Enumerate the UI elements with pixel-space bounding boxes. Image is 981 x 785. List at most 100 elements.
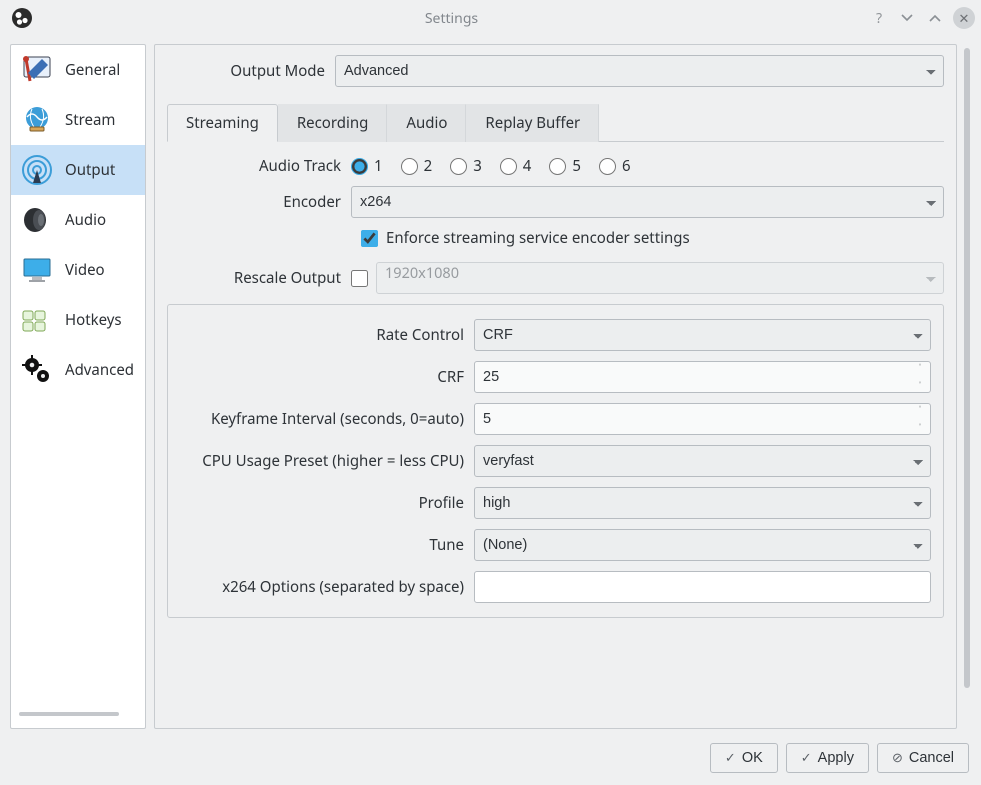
crf-row: CRF ˄˅ <box>180 361 931 393</box>
wrench-icon <box>19 52 55 88</box>
sidebar-item-general[interactable]: General <box>11 45 145 95</box>
sidebar-item-audio[interactable]: Audio <box>11 195 145 245</box>
cpu-preset-select[interactable]: veryfast <box>474 445 931 477</box>
cancel-button[interactable]: ⊘Cancel <box>877 743 969 773</box>
sidebar-item-video[interactable]: Video <box>11 245 145 295</box>
tab-streaming[interactable]: Streaming <box>167 104 278 142</box>
checkmark-icon: ✓ <box>725 750 736 766</box>
audio-track-radio-2[interactable] <box>401 158 418 175</box>
keyboard-icon <box>19 302 55 338</box>
content: Output Mode Advanced Streaming Recording… <box>154 44 957 729</box>
profile-label: Profile <box>180 493 474 513</box>
body: General Stream Output <box>0 36 981 733</box>
output-mode-select[interactable]: Advanced <box>335 55 944 87</box>
audio-track-option-1[interactable]: 1 <box>351 156 383 176</box>
app-icon <box>10 6 34 30</box>
content-scrollbar[interactable] <box>963 44 971 729</box>
rate-control-label: Rate Control <box>180 325 474 345</box>
tune-select[interactable]: (None) <box>474 529 931 561</box>
audio-track-radio-4[interactable] <box>500 158 517 175</box>
rescale-checkbox[interactable] <box>351 270 368 287</box>
sidebar-scrollbar[interactable] <box>19 712 133 720</box>
sidebar: General Stream Output <box>10 44 146 729</box>
audio-track-option-5[interactable]: 5 <box>549 156 581 176</box>
rate-control-row: Rate Control CRF <box>180 319 931 351</box>
minimize-button[interactable] <box>897 8 917 28</box>
audio-track-option-2[interactable]: 2 <box>401 156 433 176</box>
encoder-select[interactable]: x264 <box>351 186 944 218</box>
rescale-label: Rescale Output <box>167 268 351 288</box>
chevron-down-icon[interactable]: ˅ <box>913 382 927 390</box>
x264-opts-input[interactable] <box>474 571 931 603</box>
settings-window: Settings ? ✕ General <box>0 0 981 785</box>
keyframe-spin-arrows[interactable]: ˄˅ <box>913 406 927 432</box>
ok-button[interactable]: ✓OK <box>710 743 778 773</box>
output-mode-label: Output Mode <box>167 61 335 81</box>
audio-track-label: Audio Track <box>167 156 351 176</box>
audio-track-radios: 1 2 3 4 5 6 <box>351 156 631 176</box>
close-button[interactable]: ✕ <box>953 7 975 29</box>
antenna-icon <box>19 152 55 188</box>
rate-control-select[interactable]: CRF <box>474 319 931 351</box>
audio-track-radio-1[interactable] <box>351 158 368 175</box>
audio-track-option-4[interactable]: 4 <box>500 156 532 176</box>
audio-track-option-3[interactable]: 3 <box>450 156 482 176</box>
sidebar-item-advanced[interactable]: Advanced <box>11 345 145 395</box>
sidebar-item-label: Hotkeys <box>65 310 122 330</box>
titlebar: Settings ? ✕ <box>0 0 981 36</box>
tab-recording[interactable]: Recording <box>278 104 388 142</box>
sidebar-item-label: Audio <box>65 210 106 230</box>
audio-track-radio-6[interactable] <box>599 158 616 175</box>
sidebar-item-hotkeys[interactable]: Hotkeys <box>11 295 145 345</box>
crf-label: CRF <box>180 367 474 387</box>
ban-icon: ⊘ <box>892 750 903 766</box>
audio-track-row: Audio Track 1 2 3 4 5 6 <box>167 156 944 176</box>
rescale-value-select: 1920x1080 <box>376 262 944 294</box>
maximize-button[interactable] <box>925 8 945 28</box>
audio-track-option-6[interactable]: 6 <box>599 156 631 176</box>
keyframe-row: Keyframe Interval (seconds, 0=auto) ˄˅ <box>180 403 931 435</box>
chevron-up-icon[interactable]: ˄ <box>913 364 927 372</box>
audio-track-radio-5[interactable] <box>549 158 566 175</box>
profile-select[interactable]: high <box>474 487 931 519</box>
tab-audio[interactable]: Audio <box>387 104 466 142</box>
main: Output Mode Advanced Streaming Recording… <box>154 44 971 729</box>
chevron-up-icon[interactable]: ˄ <box>913 406 927 414</box>
cpu-preset-label: CPU Usage Preset (higher = less CPU) <box>180 451 474 471</box>
crf-spin[interactable]: ˄˅ <box>474 361 931 393</box>
tune-label: Tune <box>180 535 474 555</box>
footer: ✓OK ✓Apply ⊘Cancel <box>0 733 981 785</box>
enforce-checkbox[interactable] <box>361 230 378 247</box>
monitor-icon <box>19 252 55 288</box>
encoder-row: Encoder x264 <box>167 186 944 218</box>
profile-row: Profile high <box>180 487 931 519</box>
crf-input[interactable] <box>474 361 931 393</box>
enforce-row: Enforce streaming service encoder settin… <box>361 228 944 248</box>
encoder-label: Encoder <box>167 192 351 212</box>
speaker-icon <box>19 202 55 238</box>
encoder-settings-group: Rate Control CRF CRF ˄˅ Keyframe Interva… <box>167 304 944 618</box>
globe-icon <box>19 102 55 138</box>
sidebar-item-output[interactable]: Output <box>11 145 145 195</box>
tab-replay-buffer[interactable]: Replay Buffer <box>466 104 599 142</box>
sidebar-list: General Stream Output <box>11 45 145 712</box>
sidebar-item-stream[interactable]: Stream <box>11 95 145 145</box>
tab-body-streaming: Audio Track 1 2 3 4 5 6 Encoder <box>167 142 944 618</box>
apply-button[interactable]: ✓Apply <box>786 743 869 773</box>
sidebar-item-label: General <box>65 60 120 80</box>
enforce-label: Enforce streaming service encoder settin… <box>386 228 690 248</box>
audio-track-radio-3[interactable] <box>450 158 467 175</box>
rescale-row: Rescale Output 1920x1080 <box>167 262 944 294</box>
crf-spin-arrows[interactable]: ˄˅ <box>913 364 927 390</box>
keyframe-label: Keyframe Interval (seconds, 0=auto) <box>180 409 474 429</box>
sidebar-item-label: Stream <box>65 110 115 130</box>
window-title: Settings <box>34 9 869 28</box>
chevron-down-icon[interactable]: ˅ <box>913 424 927 432</box>
sidebar-item-label: Output <box>65 160 115 180</box>
keyframe-spin[interactable]: ˄˅ <box>474 403 931 435</box>
cpu-preset-row: CPU Usage Preset (higher = less CPU) ver… <box>180 445 931 477</box>
help-button[interactable]: ? <box>869 8 889 28</box>
keyframe-input[interactable] <box>474 403 931 435</box>
checkmark-icon: ✓ <box>801 750 812 766</box>
tabs: Streaming Recording Audio Replay Buffer <box>167 103 944 142</box>
